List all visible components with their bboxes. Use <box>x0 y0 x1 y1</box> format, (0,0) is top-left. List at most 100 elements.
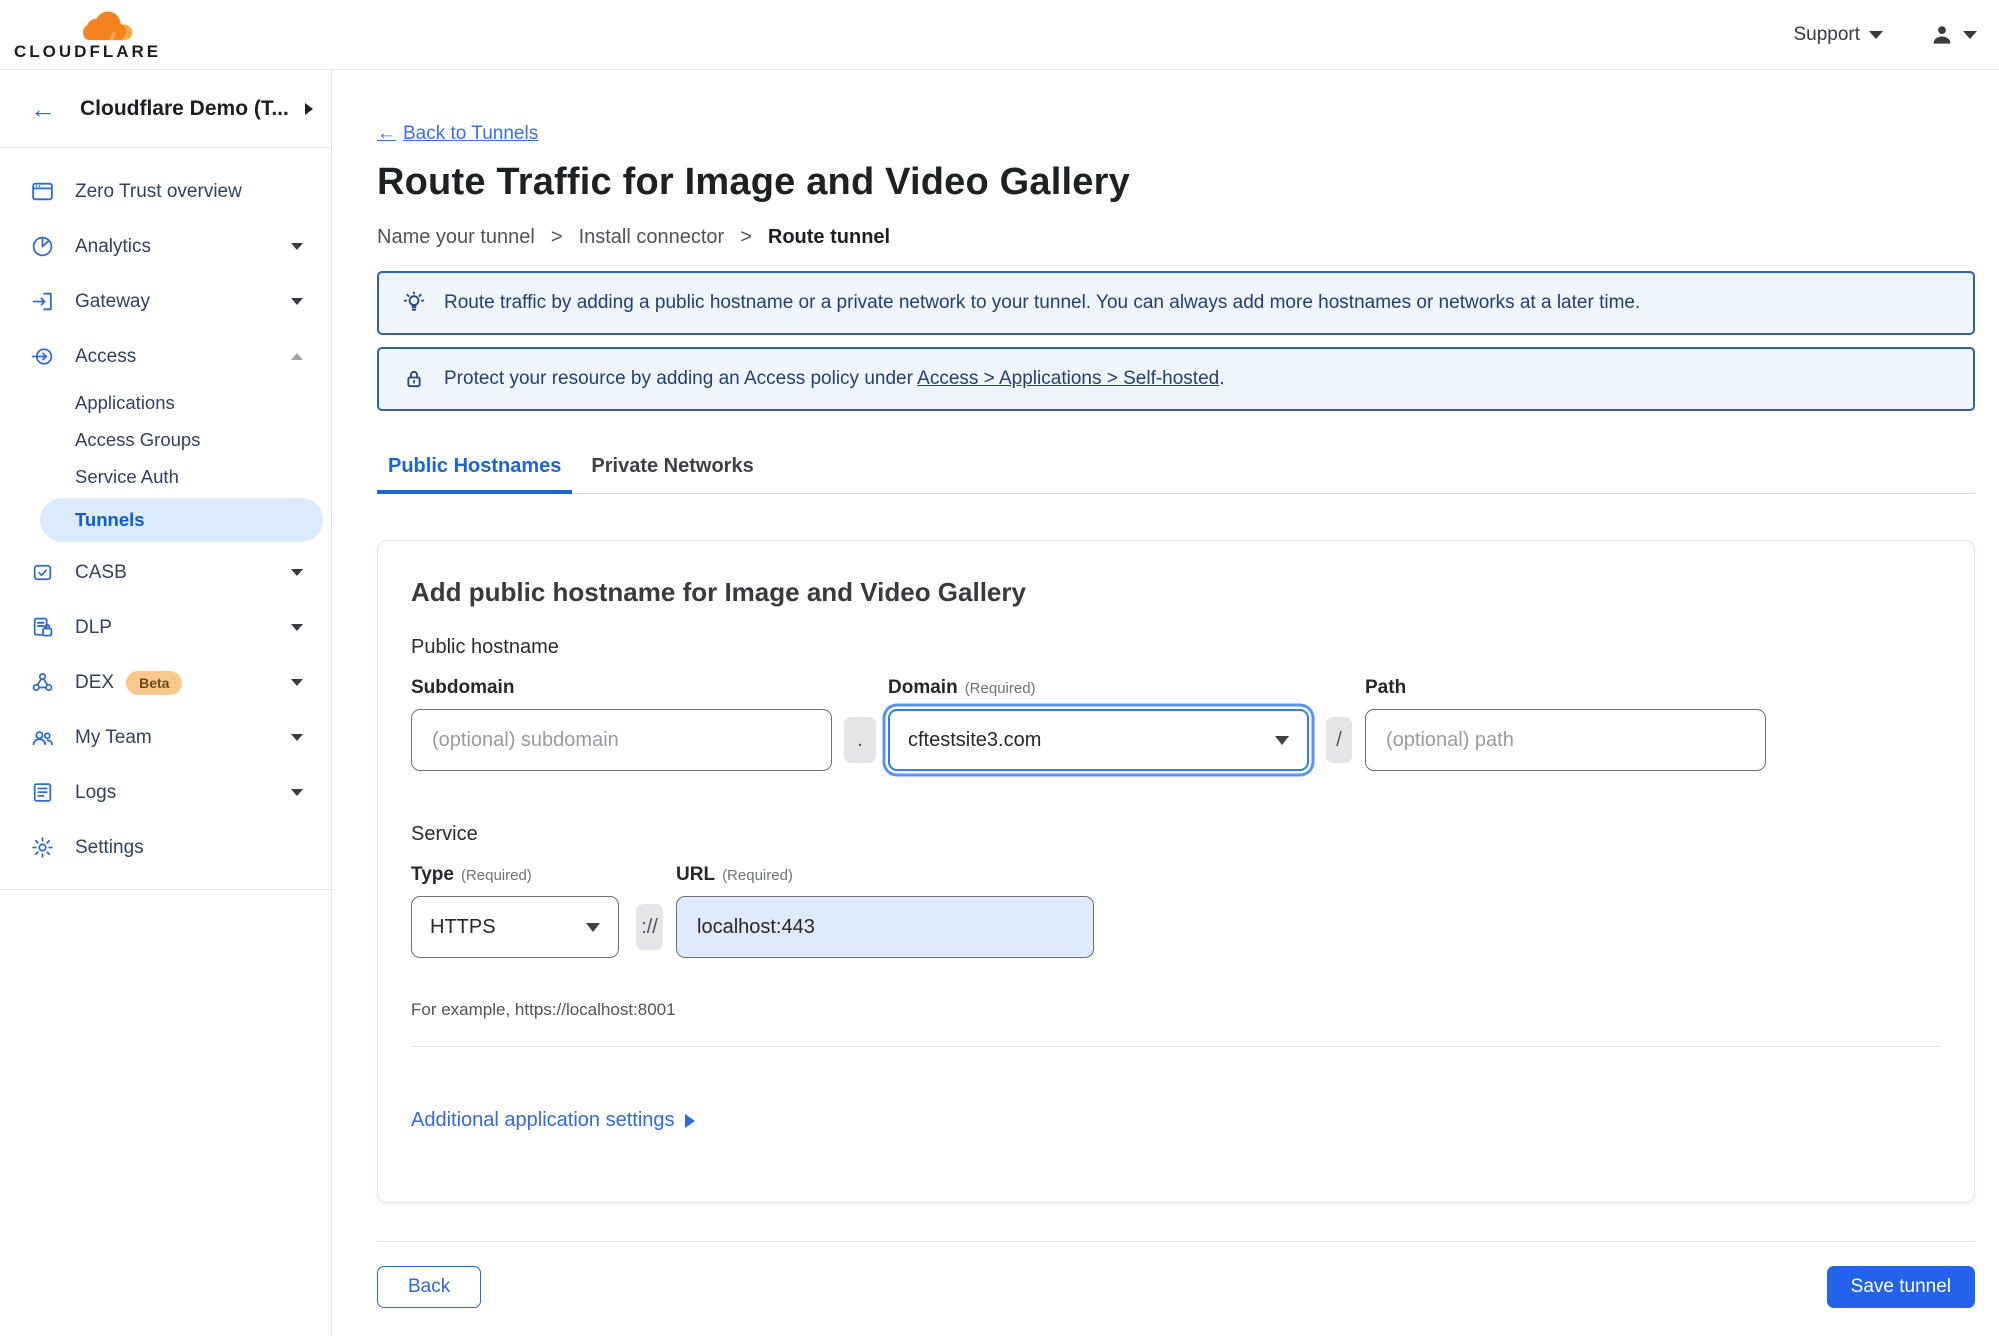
support-menu[interactable]: Support <box>1793 24 1883 46</box>
url-field-group: URL (Required) <box>676 864 1094 958</box>
breadcrumb: Name your tunnel > Install connector > R… <box>377 226 1975 249</box>
lock-icon <box>407 371 421 388</box>
sidebar-item-label: DLP <box>75 616 112 638</box>
footer-divider <box>377 1241 1975 1242</box>
back-to-tunnels-link[interactable]: ← Back to Tunnels <box>377 123 538 145</box>
chevron-right-icon <box>305 102 313 115</box>
sidebar-item-access-groups[interactable]: Access Groups <box>0 421 331 458</box>
top-bar: CLOUDFLARE Support <box>0 0 1999 70</box>
service-field-row: Type (Required) HTTPS :// URL (Required) <box>411 864 1941 958</box>
sidebar-item-label: CASB <box>75 561 127 583</box>
sidebar-item-tunnels[interactable]: Tunnels <box>40 498 323 542</box>
sidebar-item-label: Settings <box>75 836 144 858</box>
subdomain-field-group: Subdomain <box>411 677 832 771</box>
chevron-down-icon <box>291 734 303 741</box>
sidebar-item-label: Analytics <box>75 235 152 257</box>
step-name-your-tunnel[interactable]: Name your tunnel <box>377 226 535 249</box>
domain-select-value: cftestsite3.com <box>908 728 1042 751</box>
user-icon <box>1933 25 1951 44</box>
chevron-down-icon <box>291 789 303 796</box>
subdomain-label: Subdomain <box>411 677 515 698</box>
footer-actions: Back Save tunnel <box>377 1266 1975 1308</box>
sidebar-item-logs[interactable]: Logs <box>0 765 331 820</box>
chevron-down-icon <box>291 679 303 686</box>
account-switcher[interactable]: ← Cloudflare Demo (T... <box>0 70 331 148</box>
sidebar-item-casb[interactable]: CASB <box>0 545 331 600</box>
sidebar: ← Cloudflare Demo (T... Zero Trust overv… <box>0 70 332 1336</box>
sidebar-item-settings[interactable]: Settings <box>0 820 331 875</box>
back-button[interactable]: Back <box>377 1266 482 1308</box>
back-arrow-icon: ← <box>377 123 396 144</box>
hostname-field-row: Subdomain . Domain(Required) cftestsite3… <box>411 677 1941 771</box>
chevron-down-icon <box>1963 30 1977 39</box>
additional-settings-toggle[interactable]: Additional application settings <box>411 1109 695 1132</box>
sidebar-subitem-label: Access Groups <box>75 428 201 450</box>
tab-public-hostnames[interactable]: Public Hostnames <box>377 455 573 494</box>
sidebar-item-label: My Team <box>75 726 152 748</box>
chevron-down-icon <box>1869 30 1883 39</box>
service-type-value: HTTPS <box>430 915 496 938</box>
type-label: Type (Required) <box>411 864 532 885</box>
domain-select[interactable]: cftestsite3.com <box>888 709 1309 771</box>
tab-private-networks[interactable]: Private Networks <box>580 455 764 493</box>
info-banner-access-policy: Protect your resource by adding an Acces… <box>377 347 1975 411</box>
path-field-group: Path <box>1365 677 1766 771</box>
banner-text: Route traffic by adding a public hostnam… <box>444 292 1641 313</box>
chevron-down-icon <box>291 243 303 250</box>
access-policy-link[interactable]: Access > Applications > Self-hosted <box>917 368 1219 389</box>
step-install-connector[interactable]: Install connector <box>579 226 725 249</box>
gear-icon <box>30 835 56 861</box>
brand-wordmark: CLOUDFLARE <box>14 41 162 61</box>
chevron-right-icon <box>684 1113 695 1128</box>
domain-field-group: Domain (Required) cftestsite3.com <box>888 677 1309 771</box>
main-content: ← Back to Tunnels Route Traffic for Imag… <box>332 70 1999 1336</box>
required-hint: (Required) <box>460 867 532 884</box>
sidebar-item-gateway[interactable]: Gateway <box>0 274 331 329</box>
cloudflare-logo[interactable]: CLOUDFLARE <box>14 9 166 61</box>
sidebar-nav: Zero Trust overview Analytics Gateway Ac… <box>0 148 331 890</box>
window-icon <box>30 179 56 205</box>
sidebar-item-label: Access <box>75 345 137 367</box>
gateway-icon <box>30 289 56 315</box>
sidebar-item-analytics[interactable]: Analytics <box>0 219 331 274</box>
service-type-select[interactable]: HTTPS <box>411 896 619 958</box>
sidebar-item-zero-trust-overview[interactable]: Zero Trust overview <box>0 164 331 219</box>
sidebar-item-my-team[interactable]: My Team <box>0 710 331 765</box>
required-hint: (Required) <box>964 680 1036 697</box>
chevron-down-icon <box>1275 735 1289 745</box>
account-menu[interactable] <box>1929 22 1977 48</box>
save-tunnel-button[interactable]: Save tunnel <box>1826 1266 1975 1308</box>
banner-text: . <box>1219 368 1225 389</box>
slash-separator: / <box>1326 717 1352 763</box>
sidebar-item-applications[interactable]: Applications <box>0 384 331 421</box>
scheme-separator: :// <box>636 904 663 950</box>
sidebar-item-access[interactable]: Access <box>0 329 331 384</box>
required-hint: (Required) <box>722 867 793 884</box>
support-label: Support <box>1793 23 1860 45</box>
url-example-hint: For example, https://localhost:8001 <box>411 1000 676 1019</box>
sidebar-subitem-label: Service Auth <box>75 465 179 487</box>
sidebar-item-label: Gateway <box>75 290 150 312</box>
chevron-down-icon <box>291 624 303 631</box>
sidebar-item-dlp[interactable]: DLP <box>0 600 331 655</box>
cloudflare-cloud-icon <box>82 11 133 40</box>
chevron-down-icon <box>291 569 303 576</box>
service-url-input[interactable] <box>676 896 1094 958</box>
chevron-down-icon <box>291 298 303 305</box>
tab-bar: Public Hostnames Private Networks <box>377 455 1975 494</box>
back-arrow-icon: ← <box>30 93 56 124</box>
subdomain-input[interactable] <box>411 709 832 771</box>
team-icon <box>30 725 56 751</box>
type-field-group: Type (Required) HTTPS <box>411 864 619 958</box>
lightbulb-icon <box>403 291 425 311</box>
path-input[interactable] <box>1365 709 1766 771</box>
step-route-tunnel: Route tunnel <box>767 226 891 248</box>
logs-icon <box>30 780 56 806</box>
chevron-up-icon <box>291 353 303 360</box>
breadcrumb-separator: > <box>550 226 563 248</box>
sidebar-item-dex[interactable]: DEX Beta <box>0 655 331 710</box>
dot-separator: . <box>844 717 876 763</box>
sidebar-item-service-auth[interactable]: Service Auth <box>0 458 331 495</box>
account-name: Cloudflare Demo (T... <box>80 96 289 120</box>
sidebar-item-label: DEX <box>75 671 115 693</box>
